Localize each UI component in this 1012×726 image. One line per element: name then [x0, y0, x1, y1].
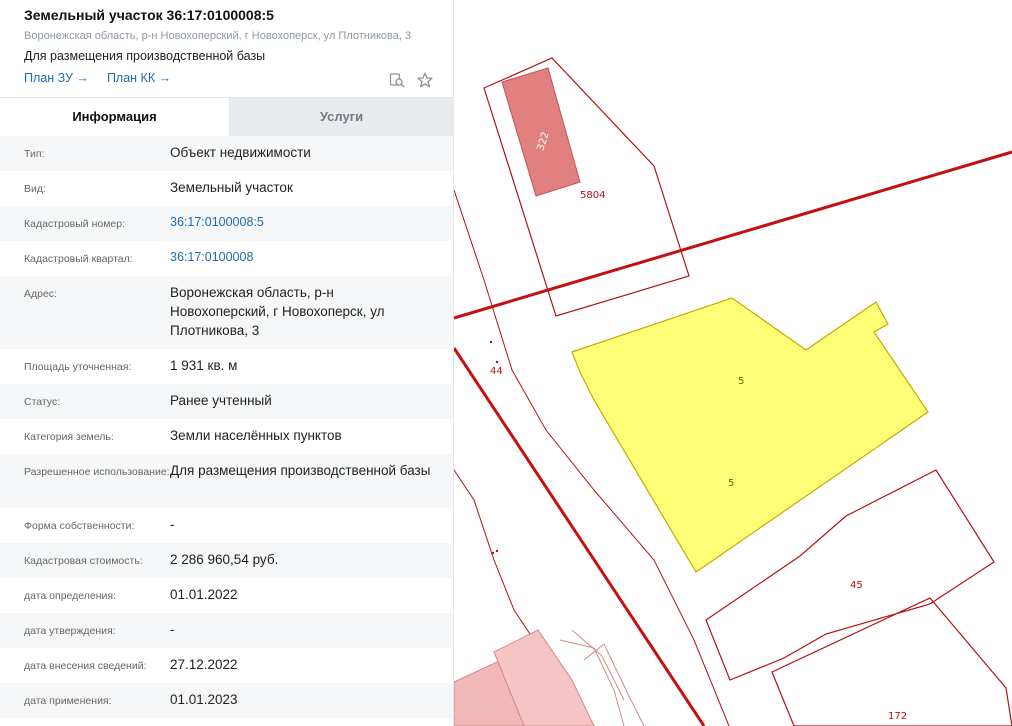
detail-row-permitted-use: Разрешенное использование: Для размещени… — [0, 454, 453, 508]
detail-label: Разрешенное использование: — [24, 466, 170, 478]
page-title: Земельный участок 36:17:0100008:5 — [24, 7, 274, 23]
detail-row-date-approval: дата утверждения: - — [0, 613, 453, 648]
plan-links: План ЗУ → План КК → — [24, 70, 429, 86]
property-details: Тип: Объект недвижимости Вид: Земельный … — [0, 136, 453, 718]
info-panel: Земельный участок 36:17:0100008:5 Вороне… — [0, 0, 454, 726]
detail-label: Площадь уточненная: — [24, 361, 132, 373]
parcel-pink-outline-2 — [571, 629, 625, 701]
label-parcel-5804: 5804 — [580, 190, 606, 201]
detail-label: Вид: — [24, 183, 46, 195]
detail-row-date-application: дата применения: 01.01.2023 — [0, 683, 453, 718]
search-map-icon[interactable] — [389, 72, 405, 88]
label-parcel-5-top: 5 — [738, 376, 745, 387]
header-address: Воронежская область, р-н Новохоперский, … — [24, 30, 412, 42]
detail-value: Земли населённых пунктов — [170, 428, 342, 443]
detail-row-kind: Вид: Земельный участок — [0, 171, 453, 206]
label-parcel-5-bottom: 5 — [728, 478, 735, 489]
detail-value: 01.01.2023 — [170, 692, 238, 707]
map-point — [495, 549, 499, 553]
label-parcel-45: 45 — [850, 580, 863, 591]
parcel-pink-outline-3 — [583, 643, 645, 726]
selected-parcel-5[interactable] — [571, 297, 929, 573]
tab-services[interactable]: Услуги — [229, 98, 453, 136]
detail-label: дата внесения сведений: — [24, 660, 147, 672]
detail-row-cadastral-number: Кадастровый номер: 36:17:0100008:5 — [0, 206, 453, 241]
plan-zu-link[interactable]: План ЗУ → — [24, 70, 89, 86]
detail-value: Ранее учтенный — [170, 393, 272, 408]
label-parcel-44: 44 — [490, 366, 503, 377]
detail-row-area: Площадь уточненная: 1 931 кв. м — [0, 349, 453, 384]
header-purpose: Для размещения производственной базы — [24, 49, 266, 63]
detail-row-status: Статус: Ранее учтенный — [0, 384, 453, 419]
detail-value: Для размещения производственной базы — [170, 463, 431, 478]
detail-row-address: Адрес: Воронежская область, р-н Новохопе… — [0, 276, 453, 349]
detail-label: Кадастровая стоимость: — [24, 555, 143, 567]
panel-header: Земельный участок 36:17:0100008:5 Вороне… — [0, 0, 453, 98]
detail-label: Категория земель: — [24, 431, 114, 443]
parcel-172-outline[interactable] — [771, 597, 1012, 726]
detail-row-cadastral-cost: Кадастровая стоимость: 2 286 960,54 руб. — [0, 543, 453, 578]
detail-row-date-determination: дата определения: 01.01.2022 — [0, 578, 453, 613]
tab-information[interactable]: Информация — [0, 98, 229, 136]
cadastral-number-link[interactable]: 36:17:0100008:5 — [170, 206, 437, 238]
detail-row-cadastral-quarter: Кадастровый квартал: 36:17:0100008 — [0, 241, 453, 276]
detail-label: Тип: — [24, 148, 45, 160]
header-actions — [389, 72, 433, 88]
detail-label: Статус: — [24, 396, 61, 408]
cadastral-quarter-link[interactable]: 36:17:0100008 — [170, 241, 437, 273]
panel-tabs: Информация Услуги — [0, 98, 453, 136]
detail-value: - — [170, 622, 175, 637]
detail-label: Кадастровый квартал: — [24, 253, 133, 265]
detail-label: дата утверждения: — [24, 625, 116, 637]
detail-label: дата определения: — [24, 590, 117, 602]
detail-value: 1 931 кв. м — [170, 358, 238, 373]
detail-row-land-category: Категория земель: Земли населённых пункт… — [0, 419, 453, 454]
detail-value: Воронежская область, р-н Новохоперский, … — [170, 285, 385, 338]
map-point — [495, 360, 499, 364]
detail-value: 2 286 960,54 руб. — [170, 552, 279, 567]
detail-value: Земельный участок — [170, 180, 293, 195]
detail-label: дата применения: — [24, 695, 112, 707]
detail-value: 01.01.2022 — [170, 587, 238, 602]
map-canvas[interactable] — [454, 0, 1012, 726]
detail-row-type: Тип: Объект недвижимости — [0, 136, 453, 171]
detail-value: - — [170, 517, 175, 532]
detail-value: 27.12.2022 — [170, 657, 238, 672]
label-parcel-172: 172 — [888, 711, 908, 722]
detail-row-date-entry: дата внесения сведений: 27.12.2022 — [0, 648, 453, 683]
map-point — [491, 551, 495, 555]
cadastral-map[interactable]: 322 5804 44 5 5 45 172 — [454, 0, 1012, 726]
map-point — [489, 340, 493, 344]
plan-kk-link[interactable]: План КК → — [107, 70, 171, 86]
detail-label: Форма собственности: — [24, 520, 135, 532]
detail-value: Объект недвижимости — [170, 145, 311, 160]
detail-label: Кадастровый номер: — [24, 218, 126, 230]
star-icon[interactable] — [417, 72, 433, 88]
detail-label: Адрес: — [24, 288, 57, 300]
detail-row-ownership: Форма собственности: - — [0, 508, 453, 543]
